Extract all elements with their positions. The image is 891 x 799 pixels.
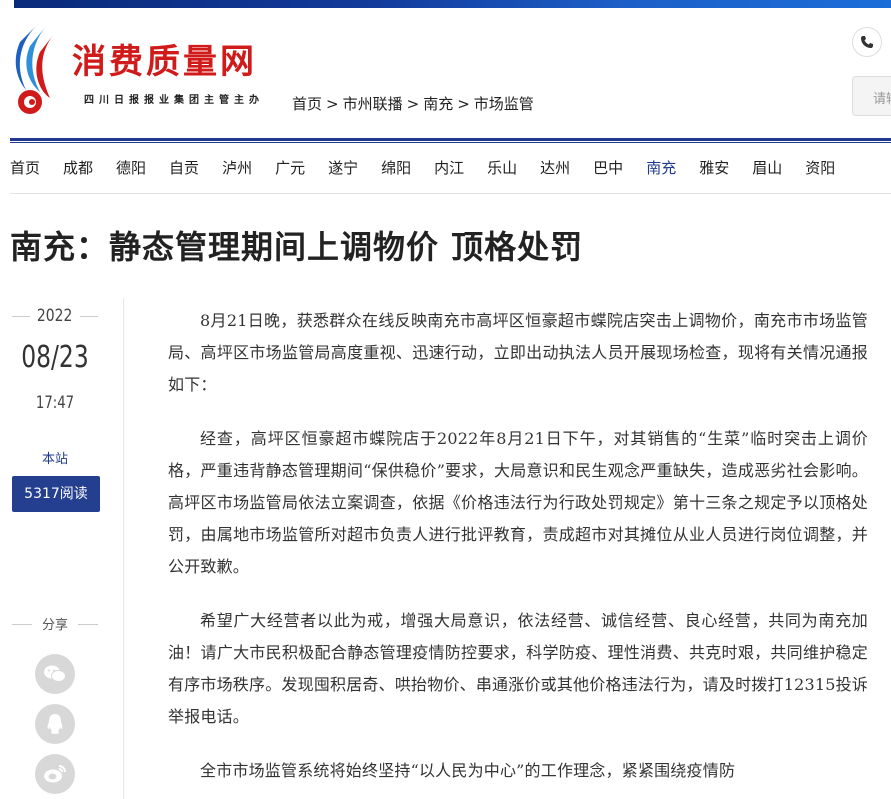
nav-item-bazhong[interactable]: 巴中 bbox=[593, 157, 623, 179]
search-input[interactable]: 请输入 bbox=[852, 76, 891, 116]
nav-item-luzhou[interactable]: 泸州 bbox=[222, 157, 252, 179]
qq-icon bbox=[47, 714, 63, 734]
publish-year-row: 2022 bbox=[10, 298, 100, 334]
divider bbox=[12, 316, 30, 317]
breadcrumb-separator: > bbox=[326, 95, 339, 113]
weibo-icon bbox=[44, 765, 66, 783]
breadcrumb-item-nanchong[interactable]: 南充 bbox=[423, 93, 453, 114]
article-paragraph: 全市市场监管系统将始终坚持“以人民为中心”的工作理念，紧紧围绕疫情防 bbox=[200, 761, 736, 780]
nav-item-neijiang[interactable]: 内江 bbox=[434, 157, 464, 179]
nav-item-suining[interactable]: 遂宁 bbox=[328, 157, 358, 179]
article-paragraph: 希望广大经营者以此为戒，增强大局意识，依法经营、诚信经营、良心经营，共同为南充加… bbox=[168, 611, 868, 726]
breadcrumb-item-city-news[interactable]: 市州联播 bbox=[343, 93, 403, 114]
nav-top-rule bbox=[10, 138, 891, 141]
article-paragraph: 8月21日晚，获悉群众在线反映南充市高坪区恒豪超市蝶院店突击上调物价，南充市市场… bbox=[168, 311, 868, 394]
site-logo-icon[interactable] bbox=[10, 20, 62, 120]
nav-item-zigong[interactable]: 自贡 bbox=[169, 157, 199, 179]
article-title: 南充：静态管理期间上调物价 顶格处罚 bbox=[10, 228, 584, 266]
phone-button[interactable] bbox=[852, 27, 882, 57]
share-wechat-button[interactable] bbox=[35, 654, 75, 694]
article-paragraph: 经查，高坪区恒豪超市蝶院店于2022年8月21日下午，对其销售的“生菜”临时突击… bbox=[168, 429, 868, 576]
nav-bottom-rule bbox=[10, 193, 891, 194]
nav-top-rule-thin bbox=[10, 142, 891, 143]
phone-icon bbox=[861, 36, 873, 48]
top-banner-image bbox=[14, 0, 891, 8]
nav-item-home[interactable]: 首页 bbox=[10, 157, 40, 179]
divider bbox=[78, 624, 98, 625]
article-source[interactable]: 本站 bbox=[10, 448, 100, 467]
breadcrumb-item-market-supervision[interactable]: 市场监管 bbox=[474, 93, 534, 114]
nav-item-nanchong[interactable]: 南充 bbox=[646, 157, 676, 179]
nav-item-ziyang[interactable]: 资阳 bbox=[805, 157, 835, 179]
site-name[interactable]: 消费质量网 bbox=[72, 40, 257, 84]
breadcrumb-separator: > bbox=[406, 95, 420, 113]
share-label: 分享 bbox=[41, 618, 68, 633]
article-body: 8月21日晚，获悉群众在线反映南充市高坪区恒豪超市蝶院店突击上调物价，南充市市场… bbox=[168, 305, 868, 799]
nav-item-mianyang[interactable]: 绵阳 bbox=[381, 157, 411, 179]
publish-year: 2022 bbox=[37, 306, 73, 326]
nav-item-dazhou[interactable]: 达州 bbox=[540, 157, 570, 179]
share-qq-button[interactable] bbox=[35, 704, 75, 744]
nav-item-chengdu[interactable]: 成都 bbox=[63, 157, 93, 179]
breadcrumb-separator: > bbox=[457, 95, 470, 113]
nav-item-meishan[interactable]: 眉山 bbox=[752, 157, 782, 179]
read-count-badge: 5317阅读 bbox=[12, 476, 100, 512]
site-subtitle: 四川日报报业集团主管主办 bbox=[84, 95, 264, 106]
divider bbox=[80, 316, 98, 317]
article-meta: 2022 08/23 17:47 bbox=[10, 298, 100, 416]
top-banner-strip bbox=[0, 0, 891, 8]
publish-time: 17:47 bbox=[35, 393, 75, 413]
share-weibo-button[interactable] bbox=[35, 754, 75, 794]
wechat-icon bbox=[44, 665, 66, 682]
nav-item-yaan[interactable]: 雅安 bbox=[699, 157, 729, 179]
column-divider bbox=[123, 298, 124, 799]
share-header: 分享 bbox=[10, 614, 100, 634]
breadcrumb: 首页 > 市州联播 > 南充 > 市场监管 bbox=[292, 93, 534, 114]
nav-item-deyang[interactable]: 德阳 bbox=[116, 157, 146, 179]
breadcrumb-item-home[interactable]: 首页 bbox=[292, 93, 322, 114]
nav-item-leshan[interactable]: 乐山 bbox=[487, 157, 517, 179]
publish-date: 08/23 bbox=[21, 340, 89, 375]
divider bbox=[12, 624, 32, 625]
city-nav: 首页 成都 德阳 自贡 泸州 广元 遂宁 绵阳 内江 乐山 达州 巴中 南充 雅… bbox=[10, 157, 858, 179]
nav-item-guangyuan[interactable]: 广元 bbox=[275, 157, 305, 179]
